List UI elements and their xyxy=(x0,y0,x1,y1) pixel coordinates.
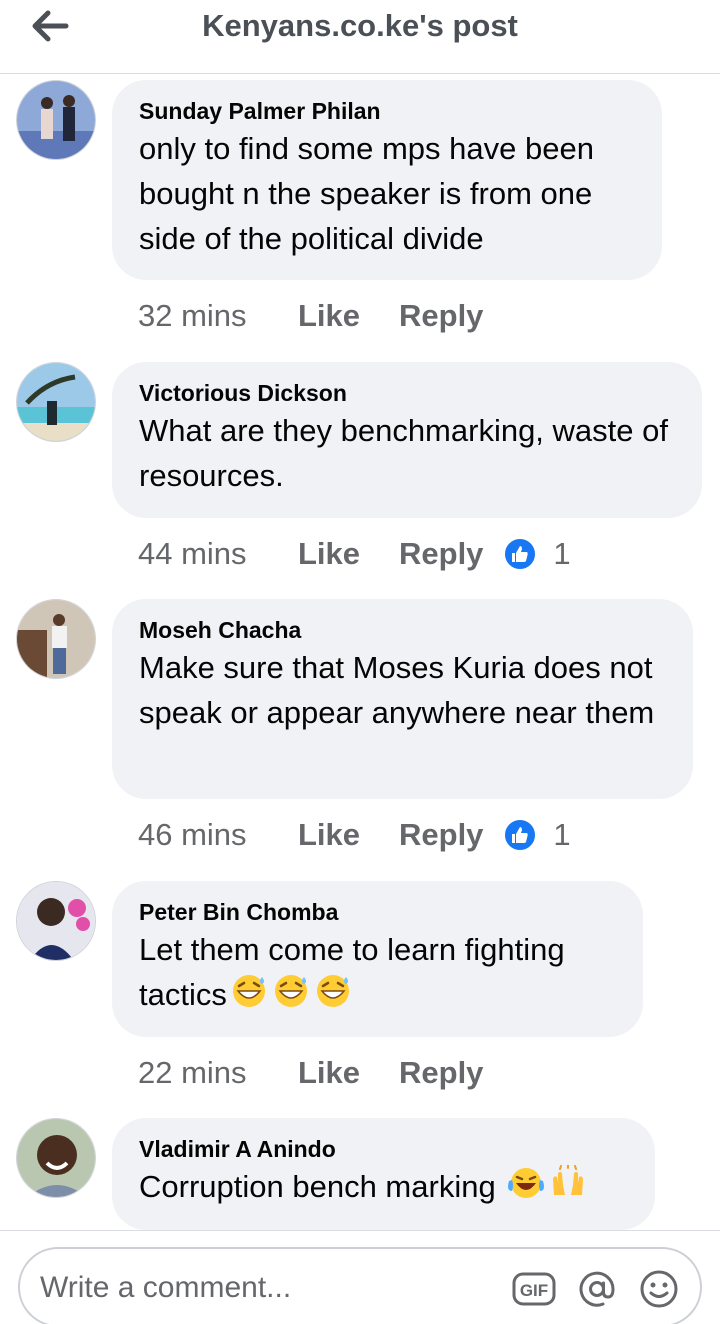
gif-label: GIF xyxy=(520,1281,548,1300)
reply-button[interactable]: Reply xyxy=(399,536,483,572)
top-bar: Kenyans.co.ke's post xyxy=(0,0,720,74)
comment-composer: GIF xyxy=(0,1230,720,1324)
comment-list: Sunday Palmer Philan only to find some m… xyxy=(0,74,720,1230)
at-sign-icon xyxy=(579,1271,615,1307)
grinning-sweat-emoji xyxy=(271,973,311,1021)
mention-button[interactable] xyxy=(573,1265,621,1313)
like-button[interactable]: Like xyxy=(298,1055,399,1091)
comment-author[interactable]: Vladimir A Anindo xyxy=(139,1134,628,1164)
thumbs-up-icon xyxy=(503,537,538,571)
comment-bubble[interactable]: Sunday Palmer Philan only to find some m… xyxy=(112,80,662,280)
comment-time[interactable]: 32 mins xyxy=(138,298,298,334)
comment-actions: 22 mins Like Reply xyxy=(138,1053,483,1093)
comment-input-box: GIF xyxy=(18,1247,702,1324)
grinning-sweat-emoji xyxy=(313,973,353,1021)
comment-bubble[interactable]: Victorious Dickson What are they benchma… xyxy=(112,362,702,518)
gif-button[interactable]: GIF xyxy=(510,1265,558,1313)
reaction-count: 1 xyxy=(553,817,571,852)
reaction-summary[interactable]: 1 xyxy=(503,817,571,853)
reaction-count: 1 xyxy=(553,536,571,571)
comment-bubble[interactable]: Peter Bin Chomba Let them come to learn … xyxy=(112,881,643,1037)
avatar[interactable] xyxy=(16,362,96,442)
like-button[interactable]: Like xyxy=(298,536,399,572)
comment-text-line: Let them come to learn fighting xyxy=(139,932,565,967)
avatar[interactable] xyxy=(16,1118,96,1198)
comment-actions: 46 mins Like Reply 1 xyxy=(138,815,571,855)
comment-time[interactable]: 44 mins xyxy=(138,536,298,572)
comment-text: What are they benchmarking, waste of res… xyxy=(139,413,668,493)
comment-text: Let them come to learn fighting tactics xyxy=(139,927,616,1021)
comment-text: Corruption bench marking xyxy=(139,1164,628,1213)
reaction-summary[interactable]: 1 xyxy=(503,536,571,572)
smiley-icon xyxy=(640,1270,678,1308)
comment-bubble[interactable]: Vladimir A Anindo Corruption bench marki… xyxy=(112,1118,655,1230)
page-title: Kenyans.co.ke's post xyxy=(202,8,518,43)
comment-text: only to find some mps have been bought n… xyxy=(139,131,594,256)
avatar[interactable] xyxy=(16,80,96,160)
reply-button[interactable]: Reply xyxy=(399,298,483,334)
grinning-sweat-emoji xyxy=(229,973,269,1021)
comment-author[interactable]: Peter Bin Chomba xyxy=(139,897,616,927)
tears-of-joy-emoji xyxy=(506,1165,546,1213)
thumbs-up-icon xyxy=(503,818,538,852)
comment-author[interactable]: Moseh Chacha xyxy=(139,615,666,645)
comment-text-line: tactics xyxy=(139,972,616,1021)
comment-input[interactable] xyxy=(40,1263,500,1313)
reply-button[interactable]: Reply xyxy=(399,817,483,853)
raised-hands-emoji xyxy=(548,1164,588,1213)
comment-author[interactable]: Victorious Dickson xyxy=(139,378,675,408)
comment-time[interactable]: 22 mins xyxy=(138,1055,298,1091)
like-button[interactable]: Like xyxy=(298,817,399,853)
comment-text: Make sure that Moses Kuria does not spea… xyxy=(139,650,655,730)
comment-actions: 32 mins Like Reply xyxy=(138,296,483,336)
like-button[interactable]: Like xyxy=(298,298,399,334)
avatar[interactable] xyxy=(16,599,96,679)
avatar[interactable] xyxy=(16,881,96,961)
emoji-button[interactable] xyxy=(635,1265,683,1313)
comment-actions: 44 mins Like Reply 1 xyxy=(138,534,571,574)
gif-icon: GIF xyxy=(512,1272,556,1306)
comment-bubble[interactable]: Moseh Chacha Make sure that Moses Kuria … xyxy=(112,599,693,799)
reply-button[interactable]: Reply xyxy=(399,1055,483,1091)
comment-author[interactable]: Sunday Palmer Philan xyxy=(139,96,635,126)
comment-text-content: Corruption bench marking xyxy=(139,1169,496,1204)
comment-time[interactable]: 46 mins xyxy=(138,817,298,853)
